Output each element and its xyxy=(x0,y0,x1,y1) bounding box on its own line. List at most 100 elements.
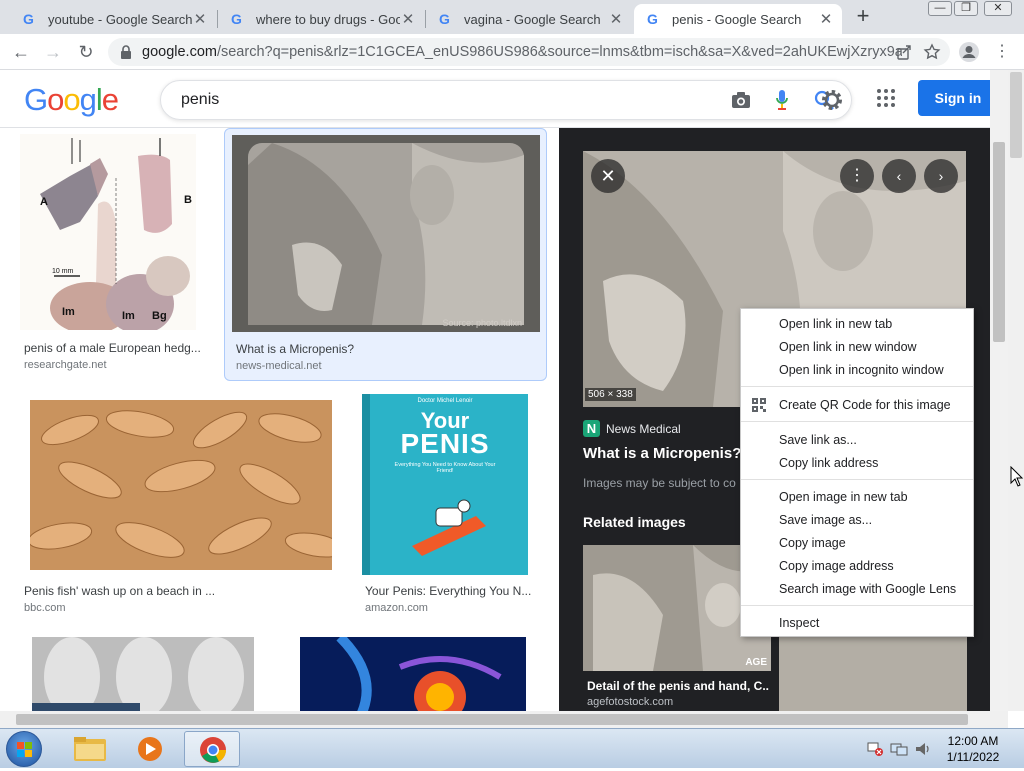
image-result-card[interactable] xyxy=(300,633,526,711)
book-illustration xyxy=(412,499,486,556)
search-input[interactable]: penis xyxy=(160,80,852,120)
google-logo[interactable]: Google xyxy=(24,82,119,118)
reload-icon[interactable]: ↻ xyxy=(76,42,96,62)
google-favicon-icon: G xyxy=(647,11,658,27)
system-clock[interactable]: 12:00 AM 1/11/2022 xyxy=(930,733,1016,765)
menu-search-google-lens[interactable]: Search image with Google Lens xyxy=(779,582,956,596)
result-caption[interactable]: What is a Micropenis? xyxy=(236,342,536,356)
menu-save-image-as[interactable]: Save image as... xyxy=(779,513,872,527)
apps-grid-icon[interactable] xyxy=(876,88,896,108)
action-center-flag-icon[interactable] xyxy=(866,741,884,757)
related-source[interactable]: agefotostock.com xyxy=(587,696,673,708)
window-scrollbar[interactable] xyxy=(1008,70,1024,711)
image-result-card[interactable]: A B 10 mm Im Im Bg penis of a male Europ… xyxy=(0,128,222,382)
taskbar-explorer[interactable] xyxy=(62,731,118,767)
scrollbar-thumb[interactable] xyxy=(1010,72,1022,158)
new-tab-button[interactable]: + xyxy=(852,5,874,28)
taskbar-media-player[interactable] xyxy=(122,731,178,767)
result-source[interactable]: researchgate.net xyxy=(24,359,107,371)
tab-vagina-search[interactable]: G vagina - Google Search ✕ xyxy=(426,4,632,34)
url-host: google.com xyxy=(142,44,217,60)
google-header: Google penis Sign in xyxy=(0,70,1008,128)
browser-menu-icon[interactable]: ⋮ xyxy=(992,42,1012,62)
tab-drugs-search[interactable]: G where to buy drugs - Goog ✕ xyxy=(218,4,424,34)
result-source[interactable]: amazon.com xyxy=(365,602,428,614)
tab-close-icon[interactable]: ✕ xyxy=(192,10,208,28)
share-icon[interactable] xyxy=(896,44,912,60)
forward-arrow-icon[interactable]: → xyxy=(43,42,63,62)
camera-icon[interactable] xyxy=(731,91,751,109)
image-dimensions: 506 × 338 xyxy=(585,388,636,401)
copyright-notice: Images may be subject to co xyxy=(583,476,736,490)
microphone-icon[interactable] xyxy=(775,89,789,111)
result-thumbnail[interactable]: Doctor Michel Lenoir Your PENIS Everythi… xyxy=(362,394,528,575)
tab-close-icon[interactable]: ✕ xyxy=(818,10,834,28)
window-close-button[interactable]: ✕ xyxy=(984,1,1012,16)
menu-open-link-new-tab[interactable]: Open link in new tab xyxy=(779,317,892,331)
page-scrollbar[interactable] xyxy=(990,70,1008,711)
close-icon[interactable]: ✕ xyxy=(591,159,625,193)
tab-close-icon[interactable]: ✕ xyxy=(400,10,416,28)
result-caption[interactable]: Your Penis: Everything You N... xyxy=(365,584,535,598)
statue-image xyxy=(232,135,540,332)
scrollbar-thumb[interactable] xyxy=(993,142,1005,342)
menu-inspect[interactable]: Inspect xyxy=(779,616,819,630)
related-images-heading: Related images xyxy=(583,514,686,530)
svg-text:G: G xyxy=(231,11,242,27)
menu-save-link-as[interactable]: Save link as... xyxy=(779,433,857,447)
scrollbar-thumb[interactable] xyxy=(16,714,968,725)
clock-date: 1/11/2022 xyxy=(946,750,1000,764)
next-chevron-icon[interactable]: › xyxy=(924,159,958,193)
search-query[interactable]: penis xyxy=(181,91,219,109)
menu-copy-image[interactable]: Copy image xyxy=(779,536,846,550)
menu-copy-image-address[interactable]: Copy image address xyxy=(779,559,894,573)
site-name[interactable]: News Medical xyxy=(606,422,681,436)
preview-title[interactable]: What is a Micropenis? xyxy=(583,445,741,462)
image-result-card[interactable]: Doctor Michel Lenoir Your PENIS Everythi… xyxy=(350,390,550,620)
result-thumbnail[interactable]: Source: photo.ltdlxn xyxy=(232,135,540,332)
menu-open-image-new-tab[interactable]: Open image in new tab xyxy=(779,490,908,504)
menu-copy-link-address[interactable]: Copy link address xyxy=(779,456,878,470)
anatomy-diagram-image xyxy=(20,134,196,330)
logo-letter: e xyxy=(101,82,119,117)
bookmark-star-icon[interactable] xyxy=(923,43,941,61)
browser-toolbar: ← → ↻ google.com/search?q=penis&rlz=1C1G… xyxy=(0,34,1024,70)
image-results-grid: A B 10 mm Im Im Bg penis of a male Europ… xyxy=(0,128,559,711)
menu-separator xyxy=(741,421,973,422)
image-result-card-selected[interactable]: Source: photo.ltdlxn What is a Micropeni… xyxy=(224,128,547,381)
image-result-card[interactable] xyxy=(32,637,254,711)
more-options-icon[interactable]: ⋮ xyxy=(840,159,874,193)
result-caption[interactable]: penis of a male European hedg... xyxy=(24,341,214,355)
result-source[interactable]: bbc.com xyxy=(24,602,66,614)
lock-icon[interactable] xyxy=(120,45,132,59)
result-thumbnail[interactable]: A B 10 mm Im Im Bg xyxy=(20,134,196,330)
address-bar[interactable]: google.com/search?q=penis&rlz=1C1GCEA_en… xyxy=(108,38,950,66)
maximize-button[interactable]: ❐ xyxy=(954,1,978,16)
url-text[interactable]: google.com/search?q=penis&rlz=1C1GCEA_en… xyxy=(142,44,902,60)
horizontal-scrollbar[interactable] xyxy=(0,711,1008,728)
image-result-card[interactable]: Penis fish' wash up on a beach in ... bb… xyxy=(0,390,342,620)
network-icon[interactable] xyxy=(890,741,908,757)
menu-open-link-incognito[interactable]: Open link in incognito window xyxy=(779,363,944,377)
related-caption[interactable]: Detail of the penis and hand, C... xyxy=(587,679,769,693)
anatomy-illustration-image xyxy=(300,633,526,711)
settings-gear-icon[interactable] xyxy=(818,86,846,114)
menu-create-qr-code[interactable]: Create QR Code for this image xyxy=(779,398,951,412)
start-button[interactable] xyxy=(6,731,42,767)
profile-avatar-icon[interactable] xyxy=(958,41,980,63)
taskbar-chrome-active[interactable] xyxy=(184,731,240,767)
tab-penis-search-active[interactable]: G penis - Google Search ✕ xyxy=(634,4,842,34)
menu-open-link-new-window[interactable]: Open link in new window xyxy=(779,340,917,354)
minimize-button[interactable]: — xyxy=(928,1,952,16)
book-title-penis: PENIS xyxy=(400,428,490,459)
result-caption[interactable]: Penis fish' wash up on a beach in ... xyxy=(24,584,324,598)
result-thumbnail[interactable] xyxy=(30,400,332,570)
back-arrow-icon[interactable]: ← xyxy=(11,42,31,62)
result-source[interactable]: news-medical.net xyxy=(236,360,322,372)
previous-chevron-icon[interactable]: ‹ xyxy=(882,159,916,193)
sign-in-button[interactable]: Sign in xyxy=(918,80,998,116)
tab-close-icon[interactable]: ✕ xyxy=(608,10,624,28)
book-subtitle: Everything You Need to Know About Your F… xyxy=(394,462,496,474)
chrome-icon xyxy=(200,737,226,763)
tab-youtube-search[interactable]: G youtube - Google Search ✕ xyxy=(10,4,216,34)
